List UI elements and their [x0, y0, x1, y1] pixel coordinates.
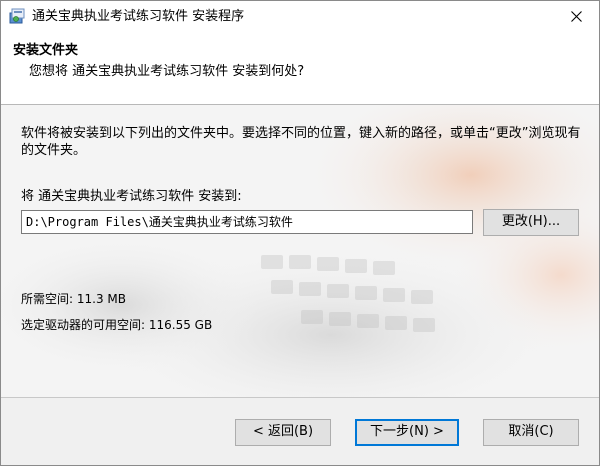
description-text: 软件将被安装到以下列出的文件夹中。要选择不同的位置，键入新的路径，或单击“更改”…	[21, 126, 581, 158]
title-bar: 通关宝典执业考试练习软件 安装程序	[1, 1, 599, 32]
next-button[interactable]: 下一步(N) >	[355, 419, 459, 446]
close-button[interactable]	[553, 1, 599, 32]
page-subtitle: 您想将 通关宝典执业考试练习软件 安装到何处?	[29, 64, 305, 79]
back-button[interactable]: < 返回(B)	[235, 419, 331, 446]
page-header: 安装文件夹 您想将 通关宝典执业考试练习软件 安装到何处?	[1, 32, 599, 105]
space-required-text: 所需空间: 11.3 MB	[21, 292, 126, 306]
destination-label: 将 通关宝典执业考试练习软件 安装到:	[21, 189, 242, 204]
window-title: 通关宝典执业考试练习软件 安装程序	[32, 9, 245, 24]
change-folder-button[interactable]: 更改(H)...	[483, 209, 579, 236]
installer-app-icon	[9, 8, 25, 24]
install-path-input[interactable]: D:\Program Files\通关宝典执业考试练习软件	[21, 210, 473, 234]
content-area: 软件将被安装到以下列出的文件夹中。要选择不同的位置，键入新的路径，或单击“更改”…	[1, 105, 599, 397]
space-available-text: 选定驱动器的可用空间: 116.55 GB	[21, 318, 213, 332]
cancel-button[interactable]: 取消(C)	[483, 419, 579, 446]
footer-divider	[1, 397, 599, 398]
page-title: 安装文件夹	[13, 43, 79, 58]
installer-window: 通关宝典执业考试练习软件 安装程序 安装文件夹 您想将 通关宝典执业考试练习软件…	[0, 0, 600, 466]
button-bar: < 返回(B) 下一步(N) > 取消(C)	[1, 397, 599, 465]
close-icon	[570, 11, 582, 22]
